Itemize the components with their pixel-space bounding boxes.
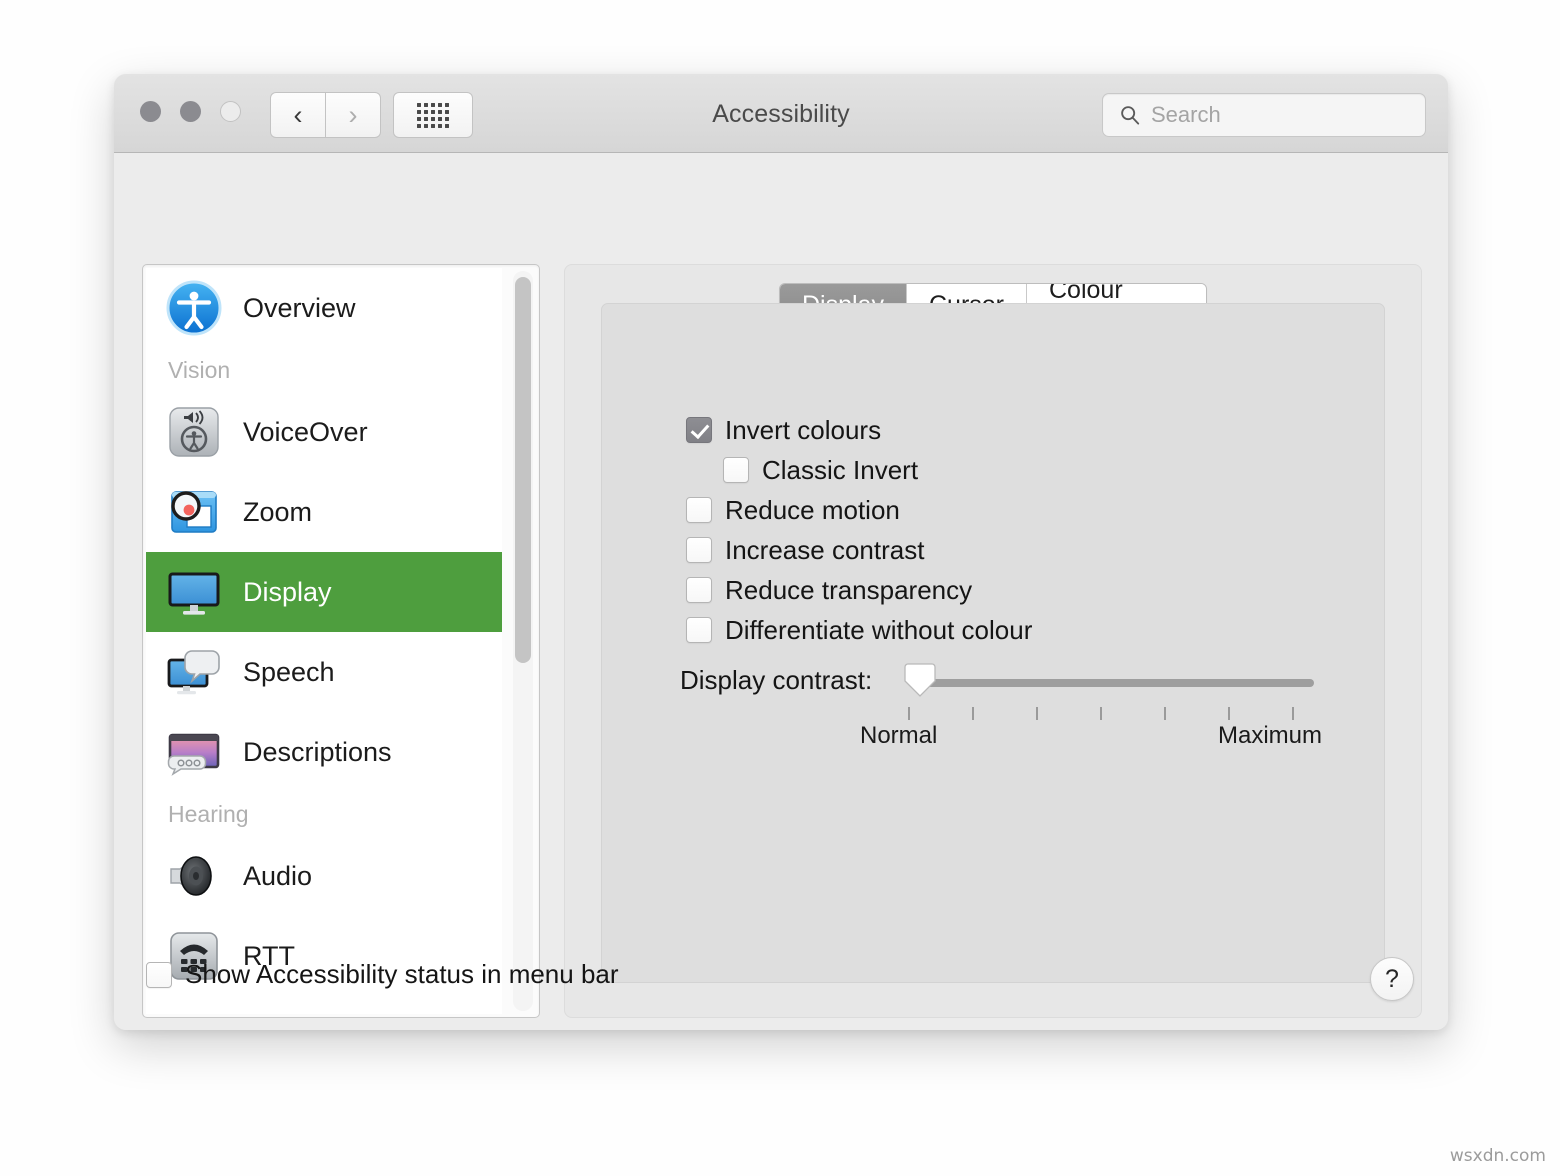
checkbox-row-classic-invert[interactable]: Classic Invert [686,450,1032,490]
slider-min-label: Normal [860,722,937,750]
sidebar-item-speech[interactable]: Speech [146,632,502,712]
window-titlebar: ‹ › Accessibility [114,74,1448,153]
slider-max-label: Maximum [1218,722,1322,750]
checkbox-row-reduce-transparency[interactable]: Reduce transparency [686,570,1032,610]
display-monitor-icon [165,563,223,621]
display-contrast-slider-thumb[interactable] [902,662,938,698]
checkbox-label: Increase contrast [725,535,924,566]
sidebar-item-label: Speech [243,657,335,688]
checkbox-row-differentiate-without-colour[interactable]: Differentiate without colour [686,610,1032,650]
display-checkbox-list: Invert colours Classic Invert Reduce mot… [686,410,1032,650]
show-accessibility-status-checkbox[interactable] [146,962,172,988]
sidebar-item-label: VoiceOver [243,417,368,448]
search-icon [1119,104,1141,126]
display-options-container: Invert colours Classic Invert Reduce mot… [601,303,1385,983]
accessibility-person-icon [165,279,223,337]
sidebar-item-label: Overview [243,293,356,324]
sidebar-item-descriptions[interactable]: Descriptions [146,712,502,792]
sidebar-item-zoom[interactable]: Zoom [146,472,502,552]
zoom-magnifier-icon [165,483,223,541]
menu-bar-status-row[interactable]: Show Accessibility status in menu bar [146,959,619,990]
help-button[interactable]: ? [1370,957,1414,1001]
increase-contrast-checkbox[interactable] [686,537,712,563]
classic-invert-checkbox[interactable] [723,457,749,483]
window-footer: Show Accessibility status in menu bar ? [114,937,1448,1030]
sidebar-item-label: Display [243,577,332,608]
invert-colours-checkbox[interactable] [686,417,712,443]
checkbox-label: Invert colours [725,415,881,446]
watermark: wsxdn.com [1450,1146,1546,1166]
window-body: Overview Vision [114,153,1448,1030]
search-field[interactable]: Search [1102,93,1426,137]
sidebar-group-vision: Vision [146,348,502,392]
checkbox-label: Classic Invert [762,455,918,486]
sidebar-item-voiceover[interactable]: VoiceOver [146,392,502,472]
sidebar-group-hearing: Hearing [146,792,502,836]
sidebar-item-label: Audio [243,861,312,892]
sidebar-item-label: Zoom [243,497,312,528]
checkbox-label: Show Accessibility status in menu bar [185,959,619,990]
display-contrast-slider-track[interactable] [926,679,1314,687]
checkbox-row-increase-contrast[interactable]: Increase contrast [686,530,1032,570]
checkbox-label: Differentiate without colour [725,615,1032,646]
reduce-motion-checkbox[interactable] [686,497,712,523]
screen: ‹ › Accessibility [0,0,1560,1176]
system-preferences-window: ‹ › Accessibility [114,74,1448,1030]
sidebar-scrollbar-thumb[interactable] [515,277,531,663]
voiceover-icon [165,403,223,461]
sidebar-item-overview[interactable]: Overview [146,268,502,348]
sidebar-item-display[interactable]: Display [146,552,502,632]
speaker-icon [165,847,223,905]
accessibility-feature-list: Overview Vision [142,264,540,1018]
checkbox-row-invert-colours[interactable]: Invert colours [686,410,1032,450]
checkbox-row-reduce-motion[interactable]: Reduce motion [686,490,1032,530]
search-placeholder: Search [1151,102,1221,128]
display-contrast-ticks [908,707,1312,721]
speech-bubble-monitor-icon [165,643,223,701]
sidebar-item-audio[interactable]: Audio [146,836,502,916]
display-contrast-label: Display contrast: [680,665,872,696]
checkbox-label: Reduce transparency [725,575,972,606]
reduce-transparency-checkbox[interactable] [686,577,712,603]
sidebar-item-label: Descriptions [243,737,392,768]
checkbox-label: Reduce motion [725,495,900,526]
sidebar-scroll-content: Overview Vision [146,268,502,1014]
display-settings-panel: Display Cursor Colour Filters Invert col… [564,264,1422,1018]
descriptions-icon [165,723,223,781]
differentiate-without-colour-checkbox[interactable] [686,617,712,643]
